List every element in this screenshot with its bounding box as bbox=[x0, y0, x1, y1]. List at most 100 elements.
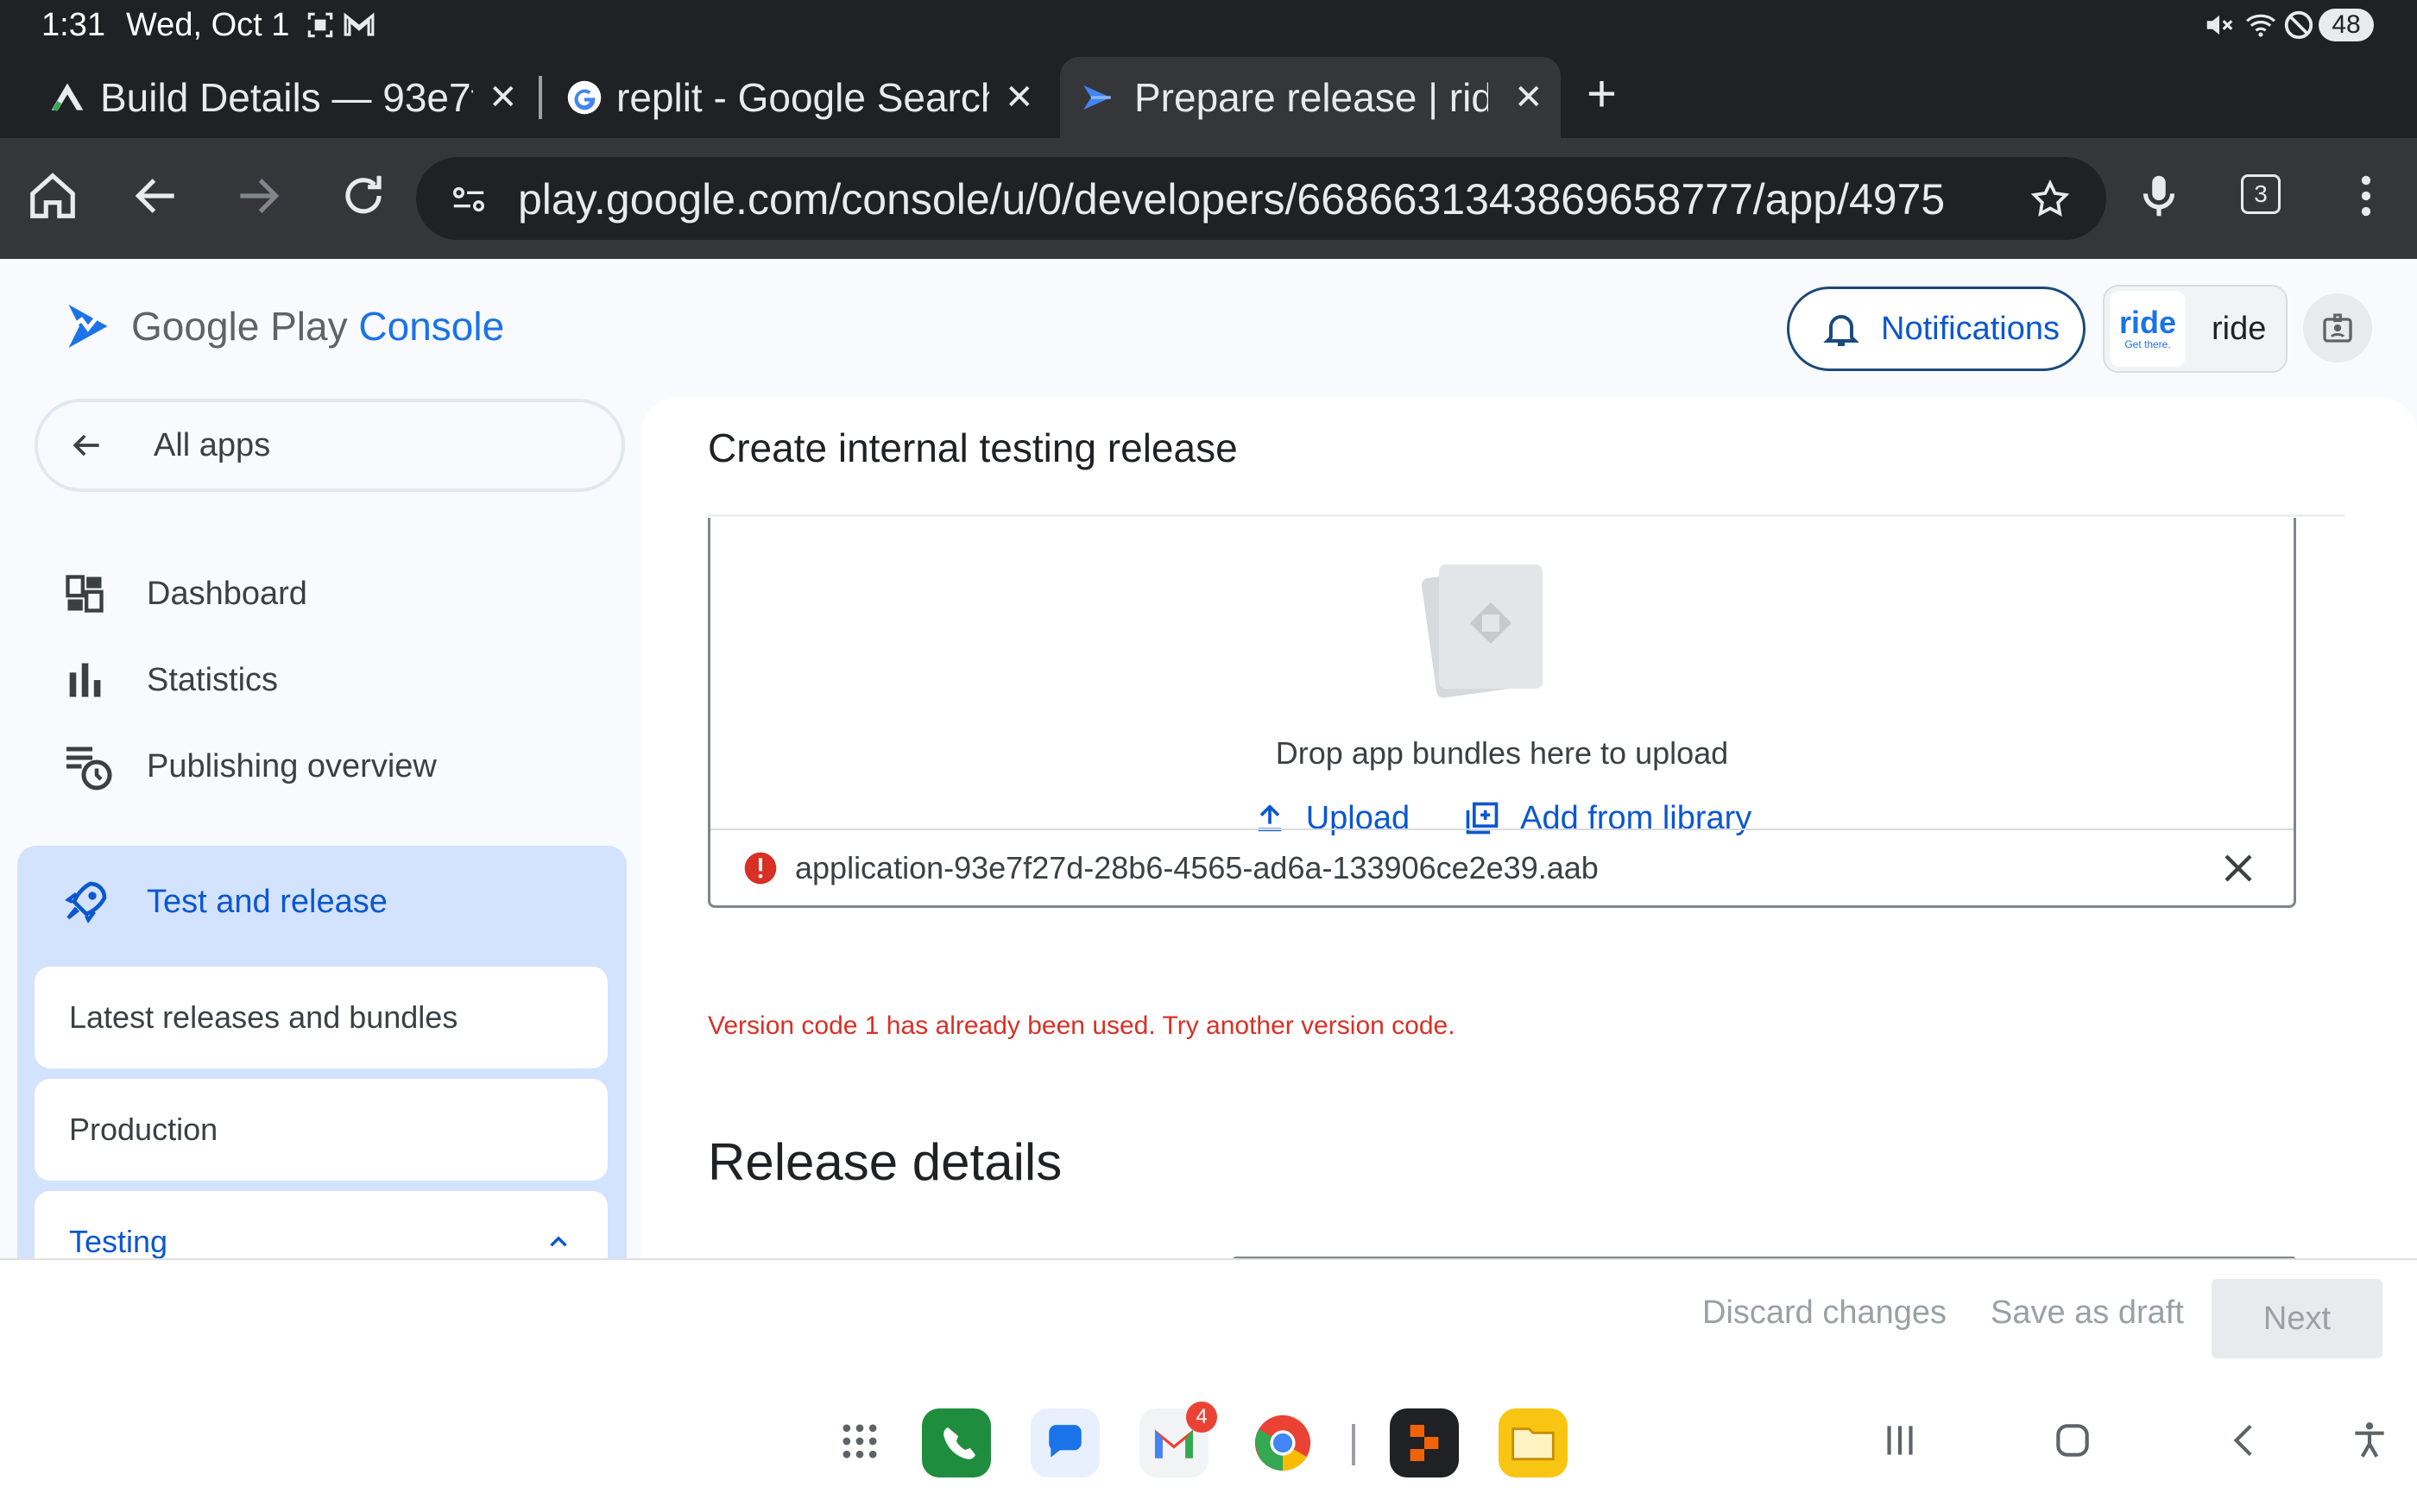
tab-build-details[interactable]: Build Details — 93e7f27d ✕ bbox=[48, 57, 532, 138]
system-status-bar: 1:31 Wed, Oct 1 48 bbox=[0, 0, 2417, 50]
publishing-overview-icon bbox=[66, 747, 112, 791]
wifi-icon bbox=[2246, 14, 2275, 37]
screenshot-icon bbox=[307, 12, 333, 38]
play-console-logo[interactable]: Google Play Console bbox=[62, 299, 504, 354]
battery-indicator: 48 bbox=[2319, 9, 2374, 41]
messages-app-icon[interactable] bbox=[1031, 1408, 1100, 1477]
play-console-page: Google Play Console Notifications ride G… bbox=[0, 259, 2417, 1260]
sidebar-item-label: Statistics bbox=[147, 661, 279, 698]
url-text: play.google.com/console/u/0/developers/6… bbox=[518, 175, 1946, 224]
gmail-icon bbox=[1155, 1429, 1193, 1458]
bell-icon bbox=[1823, 315, 1859, 346]
gmail-status-icon bbox=[344, 12, 375, 36]
messages-icon bbox=[1049, 1425, 1082, 1458]
rocket-icon bbox=[65, 881, 107, 923]
tab-separator bbox=[539, 76, 542, 119]
uploaded-file-row: application-93e7f27d-28b6-4565-ad6a-1339… bbox=[710, 828, 2294, 906]
folder-icon bbox=[1511, 1427, 1555, 1461]
app-logo-text: ride bbox=[2118, 305, 2177, 340]
page-title: Create internal testing release bbox=[708, 425, 1238, 470]
sidebar-item-test-and-release[interactable]: Test and release bbox=[62, 863, 388, 941]
back-icon[interactable] bbox=[129, 169, 183, 223]
play-console-wordmark: Google Play Console bbox=[131, 303, 504, 350]
account-button[interactable] bbox=[2303, 293, 2372, 362]
sidebar-subitem-label: Testing bbox=[69, 1224, 168, 1259]
site-settings-icon[interactable] bbox=[449, 180, 489, 219]
forward-icon[interactable] bbox=[231, 169, 285, 223]
sidebar-item-testing[interactable]: Testing bbox=[35, 1191, 608, 1260]
discard-changes-button[interactable]: Discard changes bbox=[1702, 1295, 1947, 1332]
app-selector[interactable]: ride Get there. ride bbox=[2103, 285, 2288, 373]
brand-google-play: Google Play bbox=[131, 304, 348, 349]
notifications-button[interactable]: Notifications bbox=[1787, 287, 2086, 371]
sidebar-item-dashboard[interactable]: Dashboard bbox=[62, 568, 307, 620]
status-time: 1:31 bbox=[41, 7, 105, 43]
more-menu-icon[interactable] bbox=[2339, 169, 2393, 223]
version-code-error: Version code 1 has already been used. Tr… bbox=[708, 1011, 1455, 1040]
account-badge-icon bbox=[2323, 313, 2352, 343]
phone-app-icon[interactable] bbox=[922, 1408, 991, 1477]
microphone-icon[interactable] bbox=[2132, 169, 2186, 223]
replit-app-icon[interactable] bbox=[1390, 1408, 1459, 1477]
status-date: Wed, Oct 1 bbox=[126, 7, 290, 43]
tab-title: Prepare release | ride bbox=[1134, 75, 1488, 120]
sidebar-item-latest-releases[interactable]: Latest releases and bundles bbox=[35, 967, 608, 1068]
chrome-icon bbox=[1254, 1414, 1311, 1471]
all-apps-label: All apps bbox=[154, 426, 271, 463]
address-bar[interactable]: play.google.com/console/u/0/developers/6… bbox=[416, 157, 2106, 240]
home-icon[interactable] bbox=[26, 169, 79, 223]
reload-icon[interactable] bbox=[337, 169, 390, 223]
app-bundle-dropzone[interactable]: Drop app bundles here to upload Upload A… bbox=[708, 518, 2296, 908]
sidebar-item-statistics[interactable]: Statistics bbox=[62, 654, 278, 706]
remove-file-icon[interactable] bbox=[2218, 847, 2259, 889]
tab-prepare-release[interactable]: Prepare release | ride ✕ bbox=[1060, 57, 1561, 138]
recent-apps-icon[interactable] bbox=[1878, 1419, 1922, 1462]
dropzone-hint: Drop app bundles here to upload bbox=[1275, 735, 1729, 771]
close-tab-icon[interactable]: ✕ bbox=[1005, 78, 1034, 117]
app-name: ride bbox=[2212, 310, 2267, 347]
chevron-up-icon bbox=[550, 1236, 567, 1247]
google-favicon-icon bbox=[567, 80, 602, 115]
sidebar-item-label: Publishing overview bbox=[147, 747, 437, 784]
replit-icon bbox=[1410, 1425, 1439, 1461]
release-details-heading: Release details bbox=[708, 1133, 1063, 1191]
android-taskbar: 4 bbox=[0, 1374, 2417, 1512]
home-nav-icon[interactable] bbox=[2051, 1419, 2094, 1462]
close-tab-icon[interactable]: ✕ bbox=[489, 78, 518, 117]
bar-chart-icon bbox=[69, 663, 101, 697]
next-button[interactable]: Next bbox=[2212, 1279, 2382, 1358]
tab-switcher-button[interactable]: 3 bbox=[2241, 174, 2281, 214]
dashboard-icon bbox=[66, 575, 104, 613]
browser-toolbar: play.google.com/console/u/0/developers/6… bbox=[0, 138, 2417, 259]
sidebar-section-test-and-release: Test and release Latest releases and bun… bbox=[17, 846, 627, 1260]
all-apps-button[interactable]: All apps bbox=[35, 399, 625, 492]
close-tab-icon[interactable]: ✕ bbox=[1514, 78, 1543, 117]
app-logo-tagline: Get there. bbox=[2124, 338, 2171, 350]
bookmark-star-icon[interactable] bbox=[2029, 178, 2072, 221]
notifications-label: Notifications bbox=[1881, 310, 2060, 347]
new-tab-icon[interactable]: + bbox=[1587, 64, 1617, 123]
error-icon bbox=[744, 852, 777, 885]
play-console-logo-icon bbox=[68, 305, 108, 348]
back-nav-icon[interactable] bbox=[2224, 1419, 2267, 1462]
app-drawer-icon[interactable] bbox=[837, 1419, 882, 1464]
chrome-app-icon[interactable] bbox=[1248, 1408, 1317, 1477]
app-logo: ride Get there. bbox=[2110, 291, 2186, 367]
sidebar-subitem-label: Production bbox=[69, 1112, 218, 1147]
gmail-unread-badge: 4 bbox=[1186, 1402, 1217, 1433]
tab-replit-search[interactable]: replit - Google Search ✕ bbox=[566, 57, 1050, 138]
accessibility-icon[interactable] bbox=[2348, 1419, 2391, 1462]
expo-favicon-icon bbox=[51, 83, 84, 112]
test-and-release-label: Test and release bbox=[147, 883, 388, 920]
files-app-icon[interactable] bbox=[1499, 1408, 1568, 1477]
mute-icon bbox=[2206, 15, 2233, 35]
release-action-bar: Discard changes Save as draft Next bbox=[0, 1258, 2417, 1374]
sidebar-item-production[interactable]: Production bbox=[35, 1079, 608, 1181]
sidebar-item-label: Dashboard bbox=[147, 575, 307, 612]
play-console-favicon-icon bbox=[1083, 85, 1111, 110]
save-as-draft-button[interactable]: Save as draft bbox=[1991, 1295, 2184, 1332]
sidebar-item-publishing-overview[interactable]: Publishing overview bbox=[62, 740, 437, 792]
main-content-panel: Create internal testing release Drop app… bbox=[641, 397, 2417, 1260]
dock-separator bbox=[1352, 1424, 1355, 1465]
do-not-disturb-icon bbox=[2284, 10, 2313, 40]
